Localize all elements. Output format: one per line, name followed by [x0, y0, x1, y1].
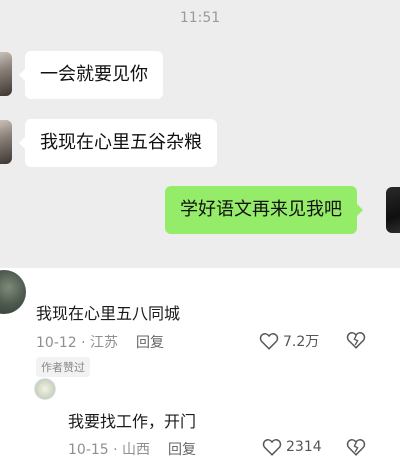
reply-button[interactable]: 回复: [136, 332, 164, 352]
comment-meta: 10-12 · 江苏: [36, 332, 118, 352]
commenter-avatar[interactable]: [34, 378, 56, 400]
like-count: 2314: [286, 439, 322, 455]
contact-avatar: [0, 120, 12, 164]
meta-separator: ·: [113, 442, 118, 458]
comment-text: 我要找工作，开门: [68, 412, 197, 431]
like-button[interactable]: 7.2万: [259, 331, 319, 351]
comment-text: 我现在心里五八同城: [36, 304, 181, 323]
author-liked-badge: 作者赞过: [36, 357, 90, 377]
chat-bubble-incoming: 我现在心里五谷杂粮: [19, 119, 217, 167]
commenter-avatar[interactable]: [0, 270, 26, 314]
dislike-icon[interactable]: [346, 438, 366, 456]
comment-location: 江苏: [90, 335, 119, 351]
comment-date: 10-12: [36, 335, 77, 351]
chat-time: 11:51: [179, 10, 221, 26]
comment-date: 10-15: [68, 442, 109, 458]
comment-location: 山西: [122, 442, 151, 458]
dislike-icon[interactable]: [346, 331, 366, 349]
heart-icon: [262, 439, 282, 456]
like-button[interactable]: 2314: [262, 438, 322, 456]
chat-screenshot: 11:51 一会就要见你 我现在心里五谷杂粮 学好语文再来见我吧: [0, 0, 400, 268]
contact-avatar: [0, 52, 12, 96]
reply-button[interactable]: 回复: [168, 439, 196, 459]
chat-bubble-incoming: 一会就要见你: [19, 51, 163, 99]
like-count: 7.2万: [283, 334, 320, 350]
chat-bubble-outgoing: 学好语文再来见我吧: [165, 186, 363, 234]
meta-separator: ·: [81, 335, 86, 351]
comment-meta: 10-15 · 山西: [68, 439, 150, 459]
heart-icon: [259, 333, 279, 350]
user-avatar: [386, 187, 400, 233]
